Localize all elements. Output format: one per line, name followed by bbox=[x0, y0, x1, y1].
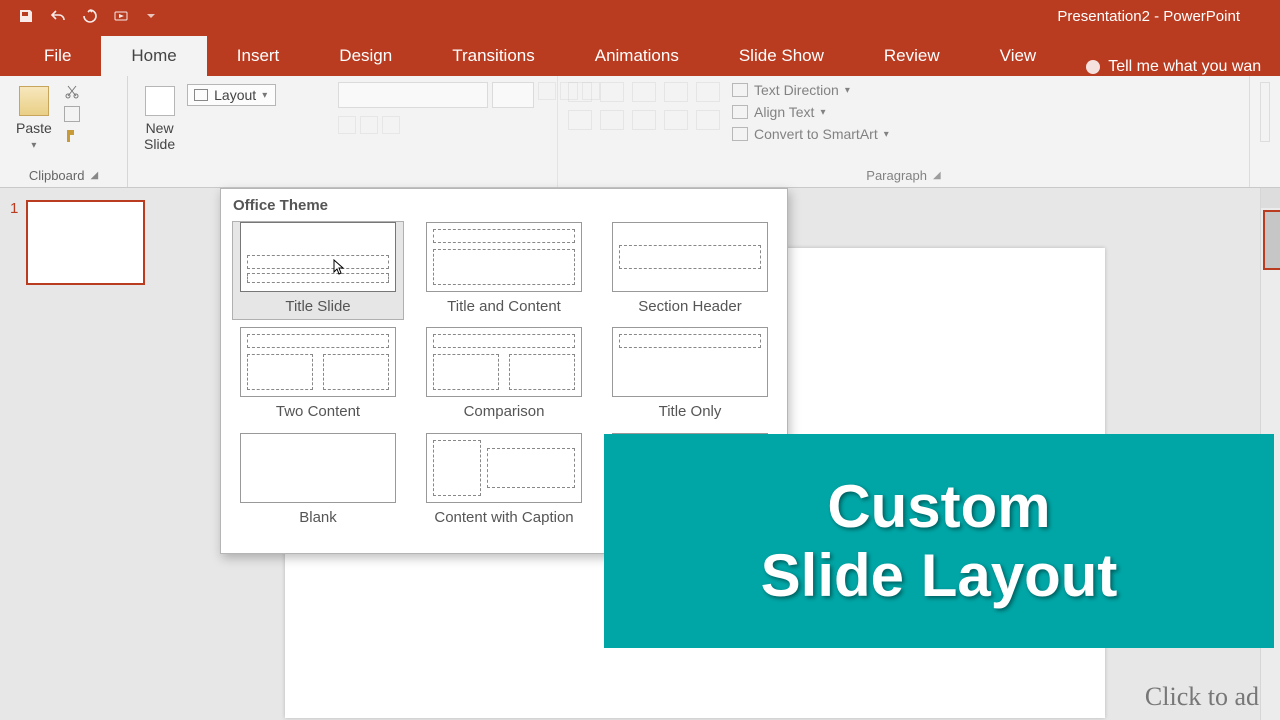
smartart-icon bbox=[732, 127, 748, 141]
title-bar: Presentation2 - PowerPoint bbox=[0, 0, 1280, 32]
tab-view[interactable]: View bbox=[970, 36, 1067, 76]
paragraph-dialog-launcher-icon[interactable]: ◢ bbox=[933, 170, 941, 181]
slide-thumbnail-pane[interactable]: 1 bbox=[0, 188, 155, 720]
align-left-icon[interactable] bbox=[568, 110, 592, 130]
clipboard-icon bbox=[19, 86, 49, 116]
increase-indent-icon[interactable] bbox=[664, 82, 688, 102]
decrease-indent-icon[interactable] bbox=[632, 82, 656, 102]
shapes-gallery-edge[interactable] bbox=[1260, 82, 1270, 142]
tab-slideshow[interactable]: Slide Show bbox=[709, 36, 854, 76]
overlay-banner: CustomSlide Layout bbox=[604, 434, 1274, 648]
lightbulb-icon bbox=[1086, 60, 1100, 74]
clipboard-dialog-launcher-icon[interactable]: ◢ bbox=[90, 170, 98, 181]
italic-icon[interactable] bbox=[360, 116, 378, 134]
scroll-up-icon[interactable] bbox=[1261, 188, 1280, 208]
columns-icon[interactable] bbox=[696, 110, 720, 130]
layout-option-title-only[interactable]: Title Only bbox=[605, 327, 775, 424]
bold-icon[interactable] bbox=[338, 116, 356, 134]
layout-option-content-with-caption[interactable]: Content with Caption bbox=[419, 433, 589, 548]
group-font bbox=[328, 76, 558, 187]
ribbon-tabs: File Home Insert Design Transitions Anim… bbox=[0, 32, 1280, 76]
bullets-icon[interactable] bbox=[568, 82, 592, 102]
cut-icon[interactable] bbox=[64, 84, 80, 100]
group-paragraph: Text Direction▾ Align Text▾ Convert to S… bbox=[558, 76, 1250, 187]
layout-option-two-content[interactable]: Two Content bbox=[233, 327, 403, 424]
text-direction-icon bbox=[732, 83, 748, 97]
qat-customize-icon[interactable] bbox=[146, 8, 156, 24]
save-icon[interactable] bbox=[18, 8, 34, 24]
increase-font-icon[interactable] bbox=[538, 82, 556, 100]
layout-option-blank[interactable]: Blank bbox=[233, 433, 403, 548]
numbering-icon[interactable] bbox=[600, 82, 624, 102]
scroll-thumb[interactable] bbox=[1263, 210, 1280, 270]
slide-thumb-preview bbox=[26, 200, 145, 285]
group-drawing-edge bbox=[1250, 76, 1280, 187]
layout-option-title-and-content[interactable]: Title and Content bbox=[419, 222, 589, 319]
font-size-combo[interactable] bbox=[492, 82, 534, 108]
tab-design[interactable]: Design bbox=[309, 36, 422, 76]
tab-file[interactable]: File bbox=[14, 36, 101, 76]
layout-thumb bbox=[240, 222, 396, 292]
window-title: Presentation2 - PowerPoint bbox=[1057, 8, 1280, 25]
convert-smartart-button[interactable]: Convert to SmartArt▾ bbox=[732, 126, 889, 142]
title-placeholder[interactable]: Click to add bbox=[1145, 682, 1272, 712]
tab-transitions[interactable]: Transitions bbox=[422, 36, 565, 76]
copy-icon[interactable] bbox=[64, 106, 80, 122]
ribbon-home: Paste ▾ Clipboard◢ New Slide Layout ▾ bbox=[0, 76, 1280, 188]
layout-option-title-slide[interactable]: Title Slide bbox=[233, 222, 403, 319]
quick-access-toolbar bbox=[0, 8, 156, 24]
start-from-beginning-icon[interactable] bbox=[114, 8, 130, 24]
tell-me-search[interactable]: Tell me what you wan bbox=[1086, 58, 1261, 76]
format-painter-icon[interactable] bbox=[64, 128, 80, 144]
group-slides: New Slide Layout ▾ bbox=[128, 76, 328, 187]
underline-icon[interactable] bbox=[382, 116, 400, 134]
tab-animations[interactable]: Animations bbox=[565, 36, 709, 76]
new-slide-button[interactable]: New Slide bbox=[138, 82, 181, 156]
align-right-icon[interactable] bbox=[632, 110, 656, 130]
layout-dropdown-button[interactable]: Layout ▾ bbox=[187, 84, 276, 106]
justify-icon[interactable] bbox=[664, 110, 688, 130]
clipboard-mini-buttons bbox=[64, 82, 80, 144]
undo-icon[interactable] bbox=[50, 8, 66, 24]
tab-insert[interactable]: Insert bbox=[207, 36, 310, 76]
layout-option-comparison[interactable]: Comparison bbox=[419, 327, 589, 424]
paste-button[interactable]: Paste ▾ bbox=[10, 82, 58, 155]
tab-review[interactable]: Review bbox=[854, 36, 970, 76]
align-center-icon[interactable] bbox=[600, 110, 624, 130]
text-direction-button[interactable]: Text Direction▾ bbox=[732, 82, 889, 98]
tab-home[interactable]: Home bbox=[101, 36, 206, 76]
overlay-text: CustomSlide Layout bbox=[761, 472, 1118, 610]
tell-me-placeholder: Tell me what you wan bbox=[1108, 58, 1261, 76]
line-spacing-icon[interactable] bbox=[696, 82, 720, 102]
layout-icon bbox=[194, 89, 208, 101]
new-slide-icon bbox=[145, 86, 175, 116]
layout-option-section-header[interactable]: Section Header bbox=[605, 222, 775, 319]
cursor-icon bbox=[333, 259, 345, 275]
slide-thumbnail-1[interactable]: 1 bbox=[10, 200, 145, 285]
slide-number: 1 bbox=[10, 200, 18, 285]
redo-icon[interactable] bbox=[82, 8, 98, 24]
font-family-combo[interactable] bbox=[338, 82, 488, 108]
group-clipboard: Paste ▾ Clipboard◢ bbox=[0, 76, 128, 187]
align-text-icon bbox=[732, 105, 748, 119]
align-text-button[interactable]: Align Text▾ bbox=[732, 104, 889, 120]
gallery-section-header: Office Theme bbox=[221, 189, 787, 222]
